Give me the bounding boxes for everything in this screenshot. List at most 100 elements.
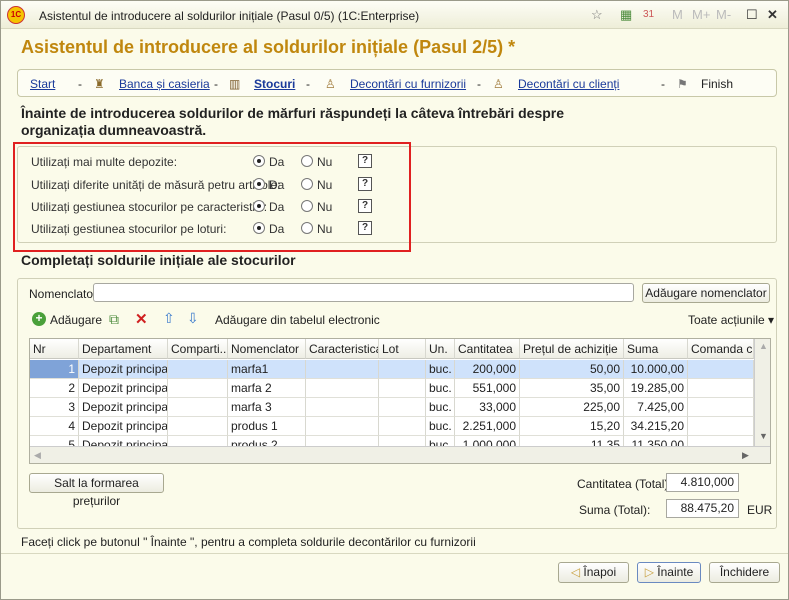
table-cell[interactable] [688,360,754,379]
table-cell[interactable]: buc. [426,417,455,436]
table-cell[interactable] [306,398,379,417]
help-icon[interactable]: ? [358,154,372,168]
table-cell[interactable]: 2 [30,379,79,398]
memory-minus-button[interactable]: M- [716,7,731,22]
table-cell[interactable] [306,417,379,436]
table-cell[interactable]: 2.251,000 [455,417,520,436]
calendar-icon[interactable]: 31 [643,9,654,20]
back-button[interactable]: ◁ Înapoi [558,562,629,583]
step-suppliers[interactable]: Decontări cu furnizorii [350,77,466,91]
radio-yes[interactable] [253,222,265,234]
column-header[interactable]: Comanda cu [688,339,754,359]
delete-icon[interactable]: ✕ [135,310,148,328]
table-cell[interactable] [306,360,379,379]
stocks-table: 5 Depozit principal produs 2 buc. 1.000,000 1… [29,338,771,464]
step-bank[interactable]: Banca și casieria [119,77,210,91]
vertical-scrollbar[interactable]: ▲ ▼ [754,339,770,446]
step-finish[interactable]: Finish [701,77,733,91]
table-cell[interactable] [379,398,426,417]
horizontal-scrollbar[interactable]: ◀ ▶ [30,446,770,463]
column-header[interactable]: Un. [426,339,455,359]
radio-yes[interactable] [253,178,265,190]
table-cell[interactable]: 200,000 [455,360,520,379]
radio-yes[interactable] [253,155,265,167]
table-cell[interactable]: 4 [30,417,79,436]
radio-no[interactable] [301,222,313,234]
all-actions-menu[interactable]: Toate acțiunile ▾ [688,313,774,327]
next-button[interactable]: ▷ Înainte [637,562,701,583]
column-header[interactable]: Nr [30,339,79,359]
table-cell[interactable]: 15,20 [520,417,624,436]
table-cell[interactable]: 3 [30,398,79,417]
table-cell[interactable]: marfa 3 [228,398,306,417]
column-header[interactable]: Comparti... [168,339,228,359]
table-cell[interactable]: Depozit principal [79,360,168,379]
table-cell[interactable]: 34.215,20 [624,417,688,436]
table-cell[interactable]: produs 1 [228,417,306,436]
table-cell[interactable] [688,379,754,398]
column-header[interactable]: Cantitatea [455,339,520,359]
column-header[interactable]: Departament [79,339,168,359]
table-cell[interactable] [306,379,379,398]
table-cell[interactable] [379,379,426,398]
help-icon[interactable]: ? [358,221,372,235]
table-cell[interactable]: buc. [426,360,455,379]
radio-no[interactable] [301,200,313,212]
table-cell[interactable]: 1 [30,360,79,379]
column-header[interactable]: Suma [624,339,688,359]
favorite-icon[interactable]: ☆ [591,7,603,23]
copy-icon[interactable]: ⧉ [109,311,119,328]
maximize-icon[interactable]: ☐ [746,7,758,23]
radio-yes[interactable] [253,200,265,212]
table-cell[interactable] [688,398,754,417]
help-icon[interactable]: ? [358,199,372,213]
table-cell[interactable]: 19.285,00 [624,379,688,398]
memory-plus-button[interactable]: M+ [692,7,710,22]
table-cell[interactable]: Depozit principal [79,379,168,398]
separator: - [306,77,310,91]
step-stocks[interactable]: Stocuri [254,77,295,91]
table-cell[interactable] [168,360,228,379]
table-cell[interactable] [168,417,228,436]
table-cell[interactable] [168,379,228,398]
add-icon[interactable]: + [32,312,46,326]
step-clients[interactable]: Decontări cu clienți [518,77,619,91]
table-cell[interactable] [688,417,754,436]
table-cell[interactable]: marfa1 [228,360,306,379]
table-cell[interactable]: marfa 2 [228,379,306,398]
column-header[interactable]: Prețul de achiziție [520,339,624,359]
table-cell[interactable]: 225,00 [520,398,624,417]
table-cell[interactable] [168,398,228,417]
table-cell[interactable]: 551,000 [455,379,520,398]
table-cell[interactable]: 33,000 [455,398,520,417]
step-start[interactable]: Start [30,77,55,91]
separator: - [78,77,82,91]
memory-m-button[interactable]: M [672,7,683,22]
table-cell[interactable]: 50,00 [520,360,624,379]
table-cell[interactable]: 7.425,00 [624,398,688,417]
add-from-spreadsheet-button[interactable]: Adăugare din tabelul electronic [215,313,380,327]
table-cell[interactable] [379,360,426,379]
column-header[interactable]: Lot [379,339,426,359]
calculator-icon[interactable]: ▦ [620,7,632,23]
move-up-icon[interactable]: ⇧ [163,310,175,327]
table-cell[interactable] [379,417,426,436]
move-down-icon[interactable]: ⇩ [187,310,199,327]
nomenclator-input[interactable] [93,283,634,302]
radio-no[interactable] [301,155,313,167]
table-cell[interactable]: Depozit principal [79,398,168,417]
table-cell[interactable]: buc. [426,398,455,417]
table-cell[interactable]: buc. [426,379,455,398]
add-nomenclator-button[interactable]: Adăugare nomenclator [642,283,770,303]
radio-no[interactable] [301,178,313,190]
close-icon[interactable]: ✕ [767,7,778,23]
column-header[interactable]: Caracteristica [306,339,379,359]
table-cell[interactable]: 35,00 [520,379,624,398]
price-formation-button[interactable]: Salt la formarea prețurilor [29,473,164,508]
column-header[interactable]: Nomenclator [228,339,306,359]
table-cell[interactable]: 10.000,00 [624,360,688,379]
close-button[interactable]: Închidere [709,562,780,583]
help-icon[interactable]: ? [358,177,372,191]
table-cell[interactable]: Depozit principal [79,417,168,436]
add-button[interactable]: Adăugare [50,313,102,327]
